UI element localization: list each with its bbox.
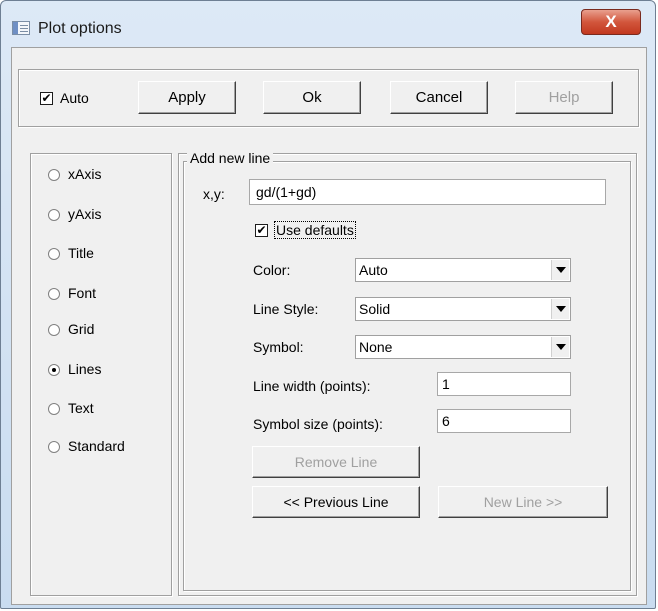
category-label-xaxis: xAxis	[68, 166, 102, 182]
plot-options-window: Plot options X ✔ Auto Apply Ok Cancel He…	[0, 0, 656, 609]
symbol-size-label: Symbol size (points):	[253, 416, 383, 432]
auto-checkbox[interactable]: ✔	[40, 92, 53, 105]
use-defaults-row[interactable]: ✔ Use defaults	[250, 219, 380, 241]
color-select-value: Auto	[359, 262, 388, 278]
symbol-select[interactable]: None	[355, 335, 571, 359]
line-width-input[interactable]: 1	[437, 372, 571, 396]
radio-title[interactable]	[48, 248, 60, 260]
category-font[interactable]: Font	[48, 285, 158, 305]
category-grid[interactable]: Grid	[48, 321, 158, 341]
radio-grid[interactable]	[48, 324, 60, 336]
line-style-select-value: Solid	[359, 301, 391, 317]
auto-checkbox-row[interactable]: ✔ Auto	[40, 90, 120, 110]
radio-xaxis[interactable]	[48, 169, 60, 181]
radio-font[interactable]	[48, 288, 60, 300]
new-line-button[interactable]: New Line >>	[438, 486, 608, 518]
add-line-group-title: Add new line	[187, 150, 274, 166]
dialog-client-area: ✔ Auto Apply Ok Cancel Help xAxis yAxis …	[11, 47, 647, 605]
chevron-down-icon[interactable]	[551, 260, 569, 280]
ok-button[interactable]: Ok	[263, 81, 361, 114]
category-label-standard: Standard	[68, 438, 125, 454]
window-app-icon	[12, 21, 30, 35]
line-style-label: Line Style:	[253, 301, 319, 317]
radio-yaxis[interactable]	[48, 209, 60, 221]
cancel-button[interactable]: Cancel	[390, 81, 488, 114]
radio-lines[interactable]	[48, 364, 60, 376]
category-standard[interactable]: Standard	[48, 438, 158, 458]
xy-label: x,y:	[203, 186, 225, 202]
remove-line-button[interactable]: Remove Line	[252, 446, 420, 478]
symbol-label: Symbol:	[253, 339, 304, 355]
help-button[interactable]: Help	[515, 81, 613, 114]
symbol-select-value: None	[359, 339, 393, 355]
symbol-size-input[interactable]: 6	[437, 409, 571, 433]
line-style-select[interactable]: Solid	[355, 297, 571, 321]
use-defaults-checkbox[interactable]: ✔	[255, 224, 268, 237]
chevron-down-icon[interactable]	[551, 337, 569, 357]
category-label-text: Text	[68, 400, 94, 416]
close-button[interactable]: X	[581, 9, 641, 35]
auto-label: Auto	[60, 90, 89, 106]
window-title: Plot options	[38, 20, 122, 37]
color-select[interactable]: Auto	[355, 258, 571, 282]
use-defaults-label: Use defaults	[274, 221, 356, 239]
xy-expression-input[interactable]: gd/(1+gd)	[249, 179, 606, 205]
color-label: Color:	[253, 262, 291, 278]
category-label-font: Font	[68, 285, 97, 301]
title-bar[interactable]: Plot options X	[1, 1, 657, 47]
category-text[interactable]: Text	[48, 400, 158, 420]
line-width-label: Line width (points):	[253, 378, 371, 394]
category-label-lines: Lines	[68, 361, 102, 377]
category-xaxis[interactable]: xAxis	[48, 166, 158, 186]
category-title[interactable]: Title	[48, 245, 158, 265]
radio-text[interactable]	[48, 403, 60, 415]
category-label-yaxis: yAxis	[68, 206, 102, 222]
apply-button[interactable]: Apply	[138, 81, 236, 114]
category-yaxis[interactable]: yAxis	[48, 206, 158, 226]
category-label-title: Title	[68, 245, 94, 261]
category-label-grid: Grid	[68, 321, 95, 337]
category-lines[interactable]: Lines	[48, 361, 158, 381]
radio-standard[interactable]	[48, 441, 60, 453]
chevron-down-icon[interactable]	[551, 299, 569, 319]
previous-line-button[interactable]: << Previous Line	[252, 486, 420, 518]
